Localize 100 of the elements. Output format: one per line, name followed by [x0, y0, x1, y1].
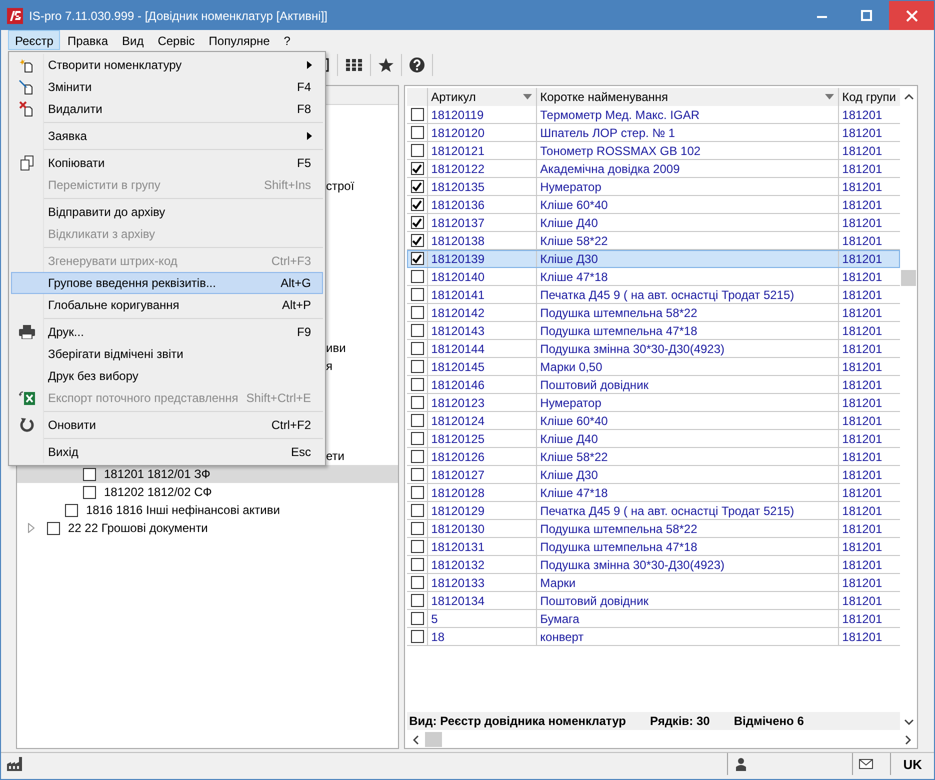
checkbox[interactable] — [410, 144, 424, 157]
table-row[interactable]: 18120135 Нумератор 181201 — [407, 178, 900, 196]
menu-bar-item[interactable]: Вид — [115, 30, 151, 50]
menu-bar-item[interactable]: Сервіс — [150, 30, 202, 50]
table-row[interactable]: 18120130 Подушка штемпельна 58*22 181201 — [407, 520, 900, 538]
checkbox[interactable] — [410, 594, 424, 607]
menu-bar-item[interactable]: Реєстр — [8, 30, 60, 50]
column-header[interactable]: Коротке найменування — [537, 88, 840, 106]
checkbox[interactable] — [410, 288, 424, 301]
table-row[interactable]: 18120139 Кліше Д30 181201 — [407, 250, 900, 268]
checkbox[interactable] — [410, 558, 424, 571]
menu-item[interactable]: Копіювати F5 — [11, 152, 323, 174]
checkbox[interactable] — [410, 270, 424, 283]
table-row[interactable]: 18120140 Кліше 47*18 181201 — [407, 268, 900, 286]
scroll-right-icon[interactable] — [905, 734, 911, 744]
checkbox[interactable] — [83, 486, 96, 498]
tree-item[interactable]: ети — [326, 449, 344, 463]
column-header[interactable]: Код групи — [839, 88, 900, 106]
user-icon[interactable] — [734, 757, 748, 771]
menu-bar-item[interactable]: Правка — [60, 30, 115, 50]
checkbox[interactable] — [410, 540, 424, 553]
table-row[interactable]: 18120124 Кліше 60*40 181201 — [407, 412, 900, 430]
checkbox[interactable] — [410, 414, 424, 427]
checkbox[interactable] — [410, 234, 424, 247]
table-row[interactable]: 18120132 Подушка змінна 30*30-Д30(4923) 181201 — [407, 556, 900, 574]
table-row[interactable]: 18120122 Академічна довідка 2009 181201 — [407, 160, 900, 178]
checkbox[interactable] — [410, 324, 424, 337]
table-row[interactable]: 18120119 Термометр Мед. Макс. IGAR 181201 — [407, 106, 900, 124]
menu-item[interactable]: Друк... F9 — [11, 321, 323, 343]
star-icon[interactable] — [378, 57, 394, 73]
menu-item[interactable]: Оновити Ctrl+F2 — [11, 414, 323, 436]
help-icon[interactable] — [409, 57, 425, 73]
scrollbar-thumb[interactable] — [901, 270, 916, 286]
close-button[interactable] — [889, 1, 934, 30]
checkbox[interactable] — [65, 504, 78, 516]
table-row[interactable]: 18120143 Подушка штемпельна 47*18 181201 — [407, 322, 900, 340]
column-header[interactable]: Артикул — [428, 88, 538, 106]
checkbox[interactable] — [83, 468, 96, 480]
scroll-down-icon[interactable] — [904, 719, 914, 725]
menu-item[interactable]: Вихід Esc — [11, 441, 323, 463]
mail-icon[interactable] — [859, 759, 874, 769]
checkbox[interactable] — [410, 630, 424, 643]
table-row[interactable]: 18120121 Тонометр ROSSMAX GB 102 181201 — [407, 142, 900, 160]
tree-row[interactable]: 22 22 Грошові документи — [17, 519, 398, 537]
tree-item[interactable]: иви — [326, 341, 346, 355]
expand-icon[interactable] — [28, 523, 35, 533]
table-row[interactable]: 18 конверт 181201 — [407, 628, 900, 646]
checkbox[interactable] — [410, 522, 424, 535]
checkbox[interactable] — [410, 216, 424, 229]
table-row[interactable]: 18120123 Нумератор 181201 — [407, 394, 900, 412]
table-row[interactable]: 18120142 Подушка штемпельна 58*22 181201 — [407, 304, 900, 322]
tree-row[interactable]: 1816 1816 Інші нефінансові активи — [17, 501, 398, 519]
menu-item[interactable]: Відправити до архіву — [11, 201, 323, 223]
columns-icon[interactable] — [345, 57, 363, 73]
scroll-up-icon[interactable] — [904, 94, 914, 100]
table-row[interactable]: 18120129 Печатка Д45 9 ( на авт. оснастці Тродат 5215) 181201 — [407, 502, 900, 520]
table-row[interactable]: 18120134 Поштовий довідник 181201 — [407, 592, 900, 610]
table-row[interactable]: 18120144 Подушка змінна 30*30-Д30(4923) 181201 — [407, 340, 900, 358]
checkbox[interactable] — [410, 180, 424, 193]
table-row[interactable]: 18120136 Кліше 60*40 181201 — [407, 196, 900, 214]
checkbox[interactable] — [410, 432, 424, 445]
checkbox[interactable] — [410, 378, 424, 391]
checkbox[interactable] — [410, 468, 424, 481]
checkbox[interactable] — [410, 450, 424, 463]
checkbox[interactable] — [410, 360, 424, 373]
menu-item[interactable]: Глобальне коригування Alt+P — [11, 294, 323, 316]
checkbox[interactable] — [410, 108, 424, 121]
table-row[interactable]: 5 Бумага 181201 — [407, 610, 900, 628]
table-row[interactable]: 18120126 Кліше 58*22 181201 — [407, 448, 900, 466]
tree-row[interactable]: 181201 1812/01 ЗФ — [17, 465, 398, 483]
tree-item[interactable]: строї — [326, 179, 354, 193]
checkbox[interactable] — [410, 162, 424, 175]
checkbox[interactable] — [410, 612, 424, 625]
menu-item[interactable]: Створити номенклатуру — [11, 54, 323, 76]
checkbox[interactable] — [410, 126, 424, 139]
table-row[interactable]: 18120141 Печатка Д45 9 ( на авт. оснастці Тродат 5215) 181201 — [407, 286, 900, 304]
menu-bar-item[interactable]: Популярне — [202, 30, 277, 50]
checkbox[interactable] — [410, 486, 424, 499]
checkbox[interactable] — [47, 522, 60, 534]
tree-row[interactable]: 181202 1812/02 СФ — [17, 483, 398, 501]
table-row[interactable]: 18120146 Поштовий довідник 181201 — [407, 376, 900, 394]
menu-item[interactable]: Заявка — [11, 125, 323, 147]
table-row[interactable]: 18120120 Шпатель ЛОР стер. № 1 181201 — [407, 124, 900, 142]
menu-item[interactable]: Видалити F8 — [11, 98, 323, 120]
menu-item[interactable]: Групове введення реквізитів... Alt+G — [11, 272, 323, 294]
dropdown-icon[interactable] — [825, 94, 834, 100]
table-row[interactable]: 18120137 Кліше Д40 181201 — [407, 214, 900, 232]
table-row[interactable]: 18120125 Кліше Д40 181201 — [407, 430, 900, 448]
checkbox[interactable] — [410, 342, 424, 355]
menu-item[interactable]: Друк без вибору — [11, 365, 323, 387]
checkbox[interactable] — [410, 576, 424, 589]
table-row[interactable]: 18120133 Марки 181201 — [407, 574, 900, 592]
checkbox[interactable] — [410, 306, 424, 319]
table-row[interactable]: 18120127 Кліше Д30 181201 — [407, 466, 900, 484]
table-row[interactable]: 18120131 Подушка штемпельна 47*18 181201 — [407, 538, 900, 556]
menu-item[interactable]: Зберігати відмічені звіти — [11, 343, 323, 365]
tree-item[interactable]: я — [326, 359, 332, 373]
checkbox[interactable] — [410, 396, 424, 409]
checkbox[interactable] — [410, 252, 424, 265]
dropdown-icon[interactable] — [523, 94, 532, 100]
